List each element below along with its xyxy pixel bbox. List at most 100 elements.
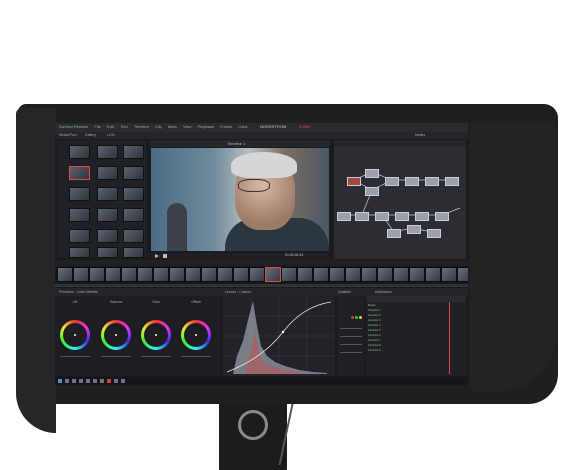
keyframe-row[interactable]: Corrector 7 <box>368 339 438 342</box>
menu-item[interactable]: Playback <box>198 124 214 129</box>
media-thumbnail[interactable] <box>123 208 144 222</box>
taskbar-app-icon[interactable] <box>79 379 83 383</box>
menu-item[interactable]: Fusion <box>220 124 232 129</box>
timeline-clip[interactable] <box>217 267 233 282</box>
menu-item[interactable]: View <box>183 124 192 129</box>
media-thumbnail[interactable] <box>69 229 90 243</box>
keyframe-row[interactable]: Corrector 4 <box>368 324 438 327</box>
timeline-clip-selected[interactable] <box>265 267 281 282</box>
green-swatch[interactable] <box>355 316 358 319</box>
timeline-clip[interactable] <box>153 267 169 282</box>
keyframe-row[interactable]: Corrector 9 <box>368 349 438 352</box>
taskbar-app-icon[interactable] <box>72 379 76 383</box>
red-swatch[interactable] <box>351 316 354 319</box>
offset-slider[interactable] <box>181 356 211 357</box>
toolbar-luts[interactable]: LUTs <box>107 133 115 137</box>
keyframe-row[interactable]: Corrector 5 <box>368 329 438 332</box>
media-thumbnail[interactable] <box>97 208 118 222</box>
palette-label-qualifier[interactable]: Qualifier <box>338 290 351 294</box>
qualifier-slider[interactable] <box>340 336 362 337</box>
menu-item[interactable]: Edit <box>107 124 114 129</box>
corrector-node[interactable] <box>387 229 401 238</box>
media-thumbnail[interactable] <box>123 145 144 159</box>
toolbar-media-pool[interactable]: Media Pool <box>59 133 77 137</box>
keyframe-row[interactable]: Corrector 8 <box>368 344 438 347</box>
taskbar-app-icon[interactable] <box>114 379 118 383</box>
gamma-wheel-puck[interactable] <box>115 334 117 336</box>
menu-item[interactable]: Clip <box>155 124 162 129</box>
media-thumbnail[interactable] <box>97 247 118 258</box>
menu-item[interactable]: DaVinci Resolve <box>59 124 88 129</box>
timeline-clip[interactable] <box>185 267 201 282</box>
menu-item[interactable]: Color <box>238 124 248 129</box>
corrector-node[interactable] <box>375 212 389 221</box>
timeline-clip[interactable] <box>425 267 441 282</box>
timeline-clip[interactable] <box>89 267 105 282</box>
taskbar-app-icon[interactable] <box>121 379 125 383</box>
taskbar-app-icon[interactable] <box>93 379 97 383</box>
timeline-clip[interactable] <box>313 267 329 282</box>
keyframe-row[interactable]: Corrector 1 <box>368 309 438 312</box>
media-thumbnail[interactable] <box>97 187 118 201</box>
palette-label-keyframes[interactable]: Keyframes <box>375 290 392 294</box>
corrector-node[interactable] <box>425 177 439 186</box>
gain-slider[interactable] <box>141 356 171 357</box>
timeline-clip[interactable] <box>57 267 73 282</box>
lift-slider[interactable] <box>60 356 90 357</box>
keyframe-row[interactable]: Master <box>368 304 438 307</box>
keyframe-row[interactable]: Corrector 2 <box>368 314 438 317</box>
media-thumbnail[interactable] <box>69 187 90 201</box>
media-thumbnail[interactable] <box>97 166 118 180</box>
corrector-node[interactable] <box>405 177 419 186</box>
corrector-node[interactable] <box>365 187 379 196</box>
timeline-clip[interactable] <box>233 267 249 282</box>
search-icon[interactable] <box>65 379 69 383</box>
media-thumbnail[interactable] <box>123 229 144 243</box>
menu-item[interactable]: Trim <box>120 124 128 129</box>
timeline-clip[interactable] <box>121 267 137 282</box>
gamma-slider[interactable] <box>101 356 131 357</box>
timeline-clip[interactable] <box>169 267 185 282</box>
corrector-node[interactable] <box>365 169 379 178</box>
corrector-node[interactable] <box>395 212 409 221</box>
corrector-node[interactable] <box>415 212 429 221</box>
corrector-node[interactable] <box>385 177 399 186</box>
windows-start-icon[interactable] <box>58 379 62 383</box>
gain-wheel-puck[interactable] <box>155 334 157 336</box>
timeline-clip[interactable] <box>329 267 345 282</box>
menu-item[interactable]: Timeline <box>134 124 149 129</box>
timeline-clip[interactable] <box>361 267 377 282</box>
timeline-clip[interactable] <box>393 267 409 282</box>
media-thumbnail[interactable] <box>69 208 90 222</box>
timeline-clip[interactable] <box>73 267 89 282</box>
corrector-node[interactable] <box>435 212 449 221</box>
keyframe-row[interactable]: Corrector 3 <box>368 319 438 322</box>
timeline-clip[interactable] <box>441 267 457 282</box>
timeline-clip[interactable] <box>249 267 265 282</box>
corrector-node[interactable] <box>337 212 351 221</box>
keyframe-row[interactable]: Corrector 6 <box>368 334 438 337</box>
qualifier-slider[interactable] <box>340 328 362 329</box>
corrector-node[interactable] <box>347 177 361 186</box>
menu-item[interactable]: File <box>94 124 100 129</box>
timeline-clip[interactable] <box>281 267 297 282</box>
media-thumbnail-selected[interactable] <box>69 166 90 180</box>
timeline-clip[interactable] <box>201 267 217 282</box>
media-thumbnail[interactable] <box>69 247 90 258</box>
timeline-clip[interactable] <box>377 267 393 282</box>
media-thumbnail[interactable] <box>123 166 144 180</box>
keyframe-playhead[interactable] <box>449 302 450 374</box>
media-thumbnail[interactable] <box>97 229 118 243</box>
toolbar-gallery[interactable]: Gallery <box>85 133 96 137</box>
corrector-node[interactable] <box>355 212 369 221</box>
qualifier-slider[interactable] <box>340 352 362 353</box>
timeline-clip[interactable] <box>457 267 468 282</box>
timeline-clip[interactable] <box>105 267 121 282</box>
palette-label-primaries[interactable]: Primaries - Color Wheels <box>59 290 98 294</box>
taskbar-app-icon[interactable] <box>100 379 104 383</box>
qualifier-slider[interactable] <box>340 344 362 345</box>
timeline-clip[interactable] <box>345 267 361 282</box>
yellow-swatch[interactable] <box>359 316 362 319</box>
timeline-clip[interactable] <box>137 267 153 282</box>
palette-label-curves[interactable]: Curves - Custom <box>225 290 251 294</box>
